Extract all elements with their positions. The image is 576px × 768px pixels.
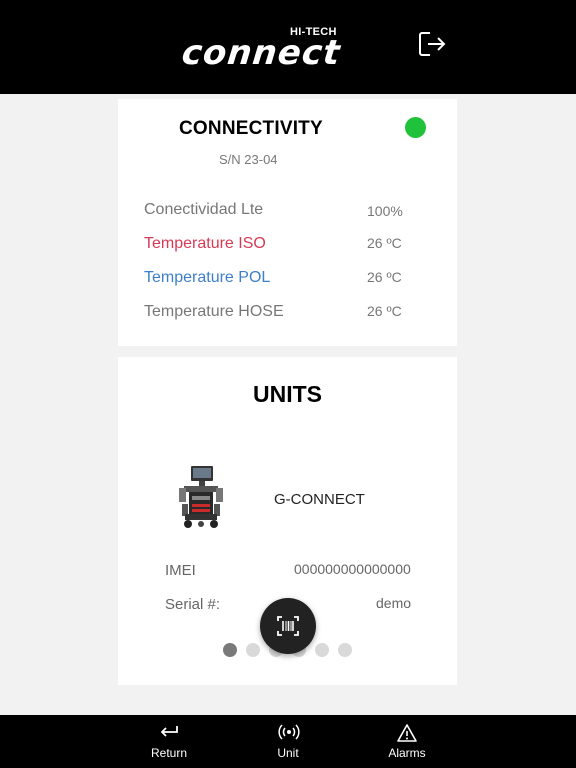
logout-icon [419, 32, 446, 56]
app-header: HI-TECH connect [0, 0, 576, 94]
nav-alarms[interactable]: Alarms [367, 715, 447, 768]
connectivity-card: CONNECTIVITY S/N 23-04 Conectividad Lte … [118, 99, 457, 346]
units-title: UNITS [253, 381, 322, 407]
barcode-scan-icon [277, 616, 299, 636]
connectivity-title: CONNECTIVITY [179, 118, 323, 139]
lte-value: 100% [367, 203, 403, 219]
warning-icon [397, 724, 417, 742]
temperature-hose-value: 26 ºC [367, 303, 402, 319]
imei-value: 000000000000000 [294, 561, 411, 577]
unit-name: G-CONNECT [274, 491, 365, 508]
serial-label: Serial #: [165, 596, 221, 613]
serial-number: S/N 23-04 [219, 152, 278, 167]
pagination-dot[interactable] [338, 643, 352, 657]
temperature-pol-value: 26 ºC [367, 269, 402, 285]
temperature-pol-label: Temperature POL [144, 269, 271, 286]
temperature-iso-value: 26 ºC [367, 235, 402, 251]
temperature-hose-label: Temperature HOSE [144, 303, 284, 320]
bottom-navigation: Return Unit Alarms [0, 715, 576, 768]
imei-label: IMEI [165, 562, 196, 579]
app-logo: HI-TECH connect [179, 24, 362, 73]
lte-label: Conectividad Lte [144, 201, 264, 218]
nav-alarms-label: Alarms [388, 746, 426, 760]
return-arrow-icon [160, 726, 178, 737]
nav-return-label: Return [150, 746, 188, 760]
pagination-dot[interactable] [246, 643, 260, 657]
signal-icon [278, 724, 300, 740]
nav-unit-label: Unit [277, 746, 299, 760]
serial-value: demo [376, 595, 412, 611]
pagination-dot[interactable] [315, 643, 329, 657]
connection-status-indicator [405, 117, 426, 138]
logout-button[interactable] [418, 30, 450, 60]
nav-return[interactable]: Return [129, 715, 209, 768]
temperature-iso-label: Temperature ISO [144, 235, 266, 252]
machine-image [179, 466, 223, 528]
logo-wordmark: connect [179, 33, 343, 73]
nav-unit[interactable]: Unit [248, 715, 328, 768]
pagination-dot[interactable] [223, 643, 237, 657]
scan-button[interactable] [260, 598, 316, 654]
